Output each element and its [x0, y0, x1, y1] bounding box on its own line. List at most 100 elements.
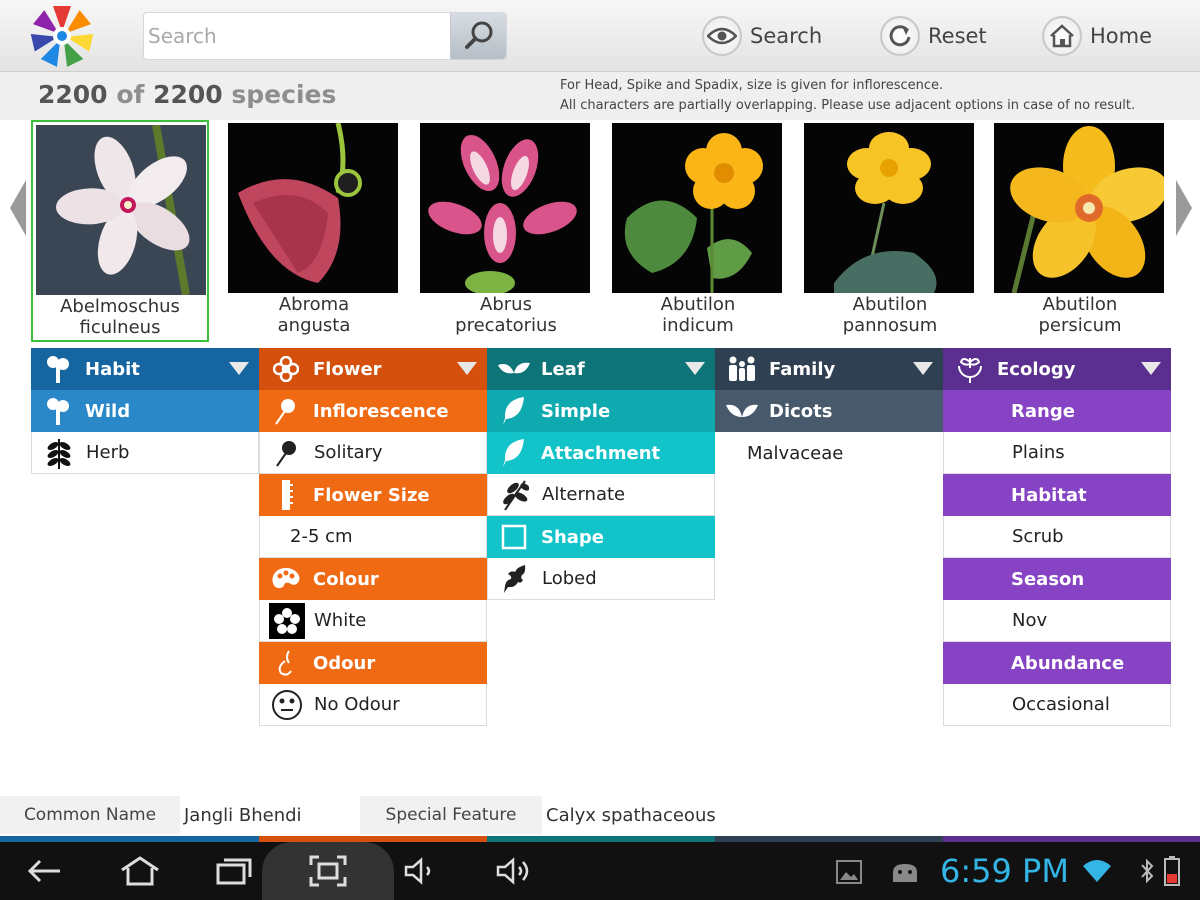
family-value[interactable]: Malvaceae — [715, 432, 943, 474]
search-button[interactable]: Search — [702, 14, 822, 58]
recent-apps-icon — [216, 858, 252, 885]
species-card[interactable]: Abutilon pannosum — [801, 120, 979, 342]
refresh-icon — [880, 16, 920, 56]
herb-icon — [32, 432, 86, 474]
system-nav-bar: 6:59 PM — [0, 842, 1200, 900]
reset-button-label: Reset — [928, 24, 987, 48]
special-feature-label: Special Feature — [360, 796, 542, 834]
species-card[interactable]: Abutilon indicum — [609, 120, 787, 342]
flower-colour-value[interactable]: White — [259, 600, 487, 642]
magnifier-icon — [465, 21, 493, 49]
home-outline-icon — [121, 856, 159, 886]
leaf-shape-option[interactable]: Shape — [487, 516, 715, 558]
species-photo — [420, 123, 590, 293]
ecology-abundance-option[interactable]: Abundance — [943, 642, 1171, 684]
species-name: Abrus precatorius — [455, 294, 557, 336]
dropdown-arrow-icon[interactable] — [457, 362, 477, 375]
leaf-header[interactable]: Leaf — [487, 348, 715, 390]
family-header[interactable]: Family — [715, 348, 943, 390]
family-dicots-option[interactable]: Dicots — [715, 390, 943, 432]
species-name: Abutilon persicum — [1038, 294, 1122, 336]
species-card[interactable]: Abutilon persicum — [991, 120, 1169, 342]
home-button-label: Home — [1090, 24, 1153, 48]
species-name: Abutilon indicum — [660, 294, 736, 336]
flower-inflorescence-option[interactable]: Inflorescence — [259, 390, 487, 432]
dropdown-arrow-icon[interactable] — [229, 362, 249, 375]
dicot-leaves-icon — [715, 390, 769, 432]
family-column: Family Dicots Malvaceae — [715, 348, 943, 474]
app-logo-icon[interactable] — [28, 4, 96, 68]
volume-down-icon — [404, 857, 431, 885]
search-submit-button[interactable] — [450, 13, 506, 59]
inflorescence-icon — [259, 390, 313, 432]
leaf-simple-option[interactable]: Simple — [487, 390, 715, 432]
ecology-habitat-value[interactable]: Scrub — [943, 516, 1171, 558]
flower-size-value[interactable]: 2-5 cm — [259, 516, 487, 558]
species-photo — [804, 123, 974, 293]
leaf-lobed-value[interactable]: Lobed — [487, 558, 715, 600]
prev-arrow-icon[interactable] — [8, 176, 28, 240]
screenshot-button[interactable] — [302, 850, 354, 892]
habit-wild-option[interactable]: Wild — [31, 390, 259, 432]
reset-button[interactable]: Reset — [880, 14, 987, 58]
leaves-icon — [487, 348, 541, 390]
status-clock: 6:59 PM — [940, 852, 1069, 890]
ecology-season-option[interactable]: Season — [943, 558, 1171, 600]
species-card[interactable]: Abelmoschus ficulneus — [31, 120, 209, 342]
home-nav-button[interactable] — [114, 850, 166, 892]
habit-herb-value[interactable]: Herb — [31, 432, 259, 474]
wifi-icon — [1083, 860, 1111, 882]
flower-icon — [259, 348, 313, 390]
flower-header[interactable]: Flower — [259, 348, 487, 390]
species-name: Abroma angusta — [277, 294, 351, 336]
leaf-attachment-option[interactable]: Attachment — [487, 432, 715, 474]
species-card[interactable]: Abrus precatorius — [417, 120, 595, 342]
special-feature-value: Calyx spathaceous — [546, 804, 716, 826]
species-photo — [994, 123, 1164, 293]
flower-odour-value[interactable]: No Odour — [259, 684, 487, 726]
gallery-icon[interactable] — [836, 860, 862, 884]
search-input[interactable] — [148, 21, 448, 51]
android-notification-icon[interactable] — [890, 860, 920, 884]
simple-leaf-icon — [487, 390, 541, 432]
habit-header[interactable]: Habit — [31, 348, 259, 390]
volume-up-button[interactable] — [488, 850, 540, 892]
attachment-leaf-icon — [487, 432, 541, 474]
dropdown-arrow-icon[interactable] — [1141, 362, 1161, 375]
odour-icon — [259, 642, 313, 684]
flower-size-option[interactable]: Flower Size — [259, 474, 487, 516]
flower-odour-option[interactable]: Odour — [259, 642, 487, 684]
leaf-column: Leaf Simple Attachment Alternate Shape L… — [487, 348, 715, 600]
dropdown-arrow-icon[interactable] — [685, 362, 705, 375]
globe-plant-icon — [943, 348, 997, 390]
bluetooth-icon — [1141, 858, 1154, 884]
volume-down-button[interactable] — [394, 850, 446, 892]
flower-colour-option[interactable]: Colour — [259, 558, 487, 600]
species-info-bar: Common Name Jangli Bhendi Special Featur… — [0, 796, 1200, 838]
ecology-season-value[interactable]: Nov — [943, 600, 1171, 642]
species-name: Abutilon pannosum — [842, 294, 938, 336]
species-photo — [228, 123, 398, 293]
leaf-alternate-value[interactable]: Alternate — [487, 474, 715, 516]
home-button[interactable]: Home — [1042, 14, 1152, 58]
result-count-bar: 2200 of 2200 species For Head, Spike and… — [0, 72, 1200, 120]
ecology-habitat-option[interactable]: Habitat — [943, 474, 1171, 516]
ecology-header[interactable]: Ecology — [943, 348, 1171, 390]
dropdown-arrow-icon[interactable] — [913, 362, 933, 375]
back-button[interactable] — [18, 850, 70, 892]
square-outline-icon — [487, 516, 541, 558]
neutral-face-icon — [260, 684, 314, 726]
recent-apps-button[interactable] — [208, 850, 260, 892]
note-line: For Head, Spike and Spadix, size is give… — [560, 78, 944, 93]
alternate-leaf-icon — [488, 474, 542, 516]
eye-icon — [702, 16, 742, 56]
ecology-range-value[interactable]: Plains — [943, 432, 1171, 474]
species-card[interactable]: Abroma angusta — [225, 120, 403, 342]
ecology-abundance-value[interactable]: Occasional — [943, 684, 1171, 726]
next-arrow-icon[interactable] — [1174, 176, 1194, 240]
flower-solitary-value[interactable]: Solitary — [259, 432, 487, 474]
ecology-range-option[interactable]: Range — [943, 390, 1171, 432]
search-box — [143, 12, 507, 60]
back-arrow-icon — [27, 859, 60, 883]
species-count: 2200 of 2200 species — [38, 80, 337, 109]
